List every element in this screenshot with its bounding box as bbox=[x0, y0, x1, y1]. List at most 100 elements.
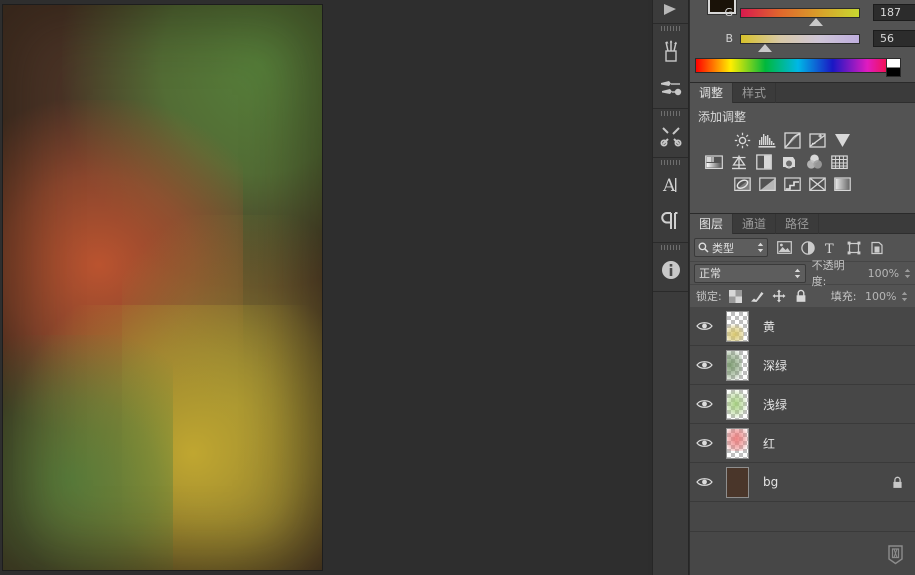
fill-stepper-icon[interactable] bbox=[901, 291, 908, 302]
adjustment-row-3 bbox=[730, 173, 915, 195]
black-white-adjustment[interactable] bbox=[752, 152, 776, 172]
exposure-adjustment[interactable] bbox=[805, 130, 829, 150]
canvas-artwork bbox=[3, 5, 322, 570]
eye-icon bbox=[696, 400, 713, 408]
character-icon[interactable]: A bbox=[653, 167, 688, 203]
curves-adjustment[interactable] bbox=[780, 130, 804, 150]
image-canvas[interactable] bbox=[2, 4, 323, 571]
dock-group-brushes bbox=[653, 24, 688, 109]
delete-layer-button[interactable] bbox=[883, 541, 907, 567]
brush-icon[interactable] bbox=[653, 69, 688, 105]
selective-color-adjustment[interactable] bbox=[830, 174, 854, 194]
channel-label-g: G bbox=[724, 6, 733, 19]
filter-shape-icon[interactable] bbox=[845, 239, 862, 256]
dock-grip[interactable] bbox=[653, 109, 688, 118]
right-panel-column: G 187 B 56 调整 样式 添加调整 图层 通道 路径 类型 T 正常 不… bbox=[690, 0, 915, 575]
层-浅绿[interactable]: 浅绿 bbox=[690, 385, 915, 424]
gradient-map-adjustment[interactable] bbox=[805, 174, 829, 194]
layer-visibility-toggle[interactable] bbox=[690, 476, 719, 488]
blend-mode-select[interactable]: 正常 bbox=[694, 263, 806, 283]
color-spectrum-ramp[interactable] bbox=[695, 58, 901, 77]
filter-smart-object-icon[interactable] bbox=[868, 239, 885, 256]
collapsed-panel-dock: A bbox=[652, 0, 689, 575]
paragraph-icon[interactable] bbox=[653, 203, 688, 239]
channel-track-b[interactable] bbox=[740, 33, 860, 52]
layer-thumbnail-cell bbox=[719, 349, 755, 381]
canvas-vignette bbox=[3, 5, 322, 570]
tab-adjustments[interactable]: 调整 bbox=[690, 83, 734, 104]
adjustment-button-grid bbox=[690, 129, 915, 195]
fill-value[interactable]: 100% bbox=[859, 288, 899, 305]
stepper-arrows-icon[interactable] bbox=[757, 242, 764, 253]
layer-locked-badge bbox=[892, 476, 903, 489]
channel-track-g[interactable] bbox=[740, 7, 860, 26]
invert-adjustment[interactable] bbox=[730, 174, 754, 194]
layer-visibility-toggle[interactable] bbox=[690, 437, 719, 449]
photo-filter-adjustment[interactable] bbox=[777, 152, 801, 172]
hue-saturation-adjustment[interactable] bbox=[702, 152, 726, 172]
stepper-arrows-icon[interactable] bbox=[794, 268, 801, 279]
threshold-adjustment[interactable] bbox=[780, 174, 804, 194]
tool-presets-icon[interactable] bbox=[653, 118, 688, 154]
photoshop-window: A G 187 B 56 调整 样式 添加调整 图层 通道 路径 类型 T 正常… bbox=[0, 0, 915, 575]
layer-thumbnail-cell bbox=[719, 388, 755, 420]
channel-mixer-adjustment[interactable] bbox=[802, 152, 826, 172]
lock-image-icon[interactable] bbox=[750, 289, 765, 304]
lock-all-icon[interactable] bbox=[794, 289, 809, 304]
dock-grip[interactable] bbox=[653, 158, 688, 167]
layer-visibility-toggle[interactable] bbox=[690, 359, 719, 371]
层-bg[interactable]: bg bbox=[690, 463, 915, 502]
channel-value-g[interactable]: 187 bbox=[873, 4, 915, 21]
layer-list: 黄 深绿 浅绿 红 bg bbox=[690, 307, 915, 502]
channel-value-b[interactable]: 56 bbox=[873, 30, 915, 47]
tab-styles[interactable]: 样式 bbox=[733, 83, 777, 104]
layer-thumbnail bbox=[725, 310, 749, 342]
lock-position-icon[interactable] bbox=[772, 289, 787, 304]
color-balance-adjustment[interactable] bbox=[727, 152, 751, 172]
layer-thumbnail bbox=[725, 349, 749, 381]
layer-thumbnail bbox=[725, 466, 749, 498]
layer-name: 黄 bbox=[763, 319, 776, 334]
filter-pixel-icon[interactable] bbox=[776, 239, 793, 256]
color-slider-b: B 56 bbox=[717, 30, 915, 52]
tab-layers[interactable]: 图层 bbox=[690, 214, 734, 235]
trash-icon bbox=[887, 545, 903, 565]
lock-transparency-icon[interactable] bbox=[728, 289, 743, 304]
svg-text:T: T bbox=[825, 242, 834, 255]
opacity-value[interactable]: 100% bbox=[862, 265, 902, 282]
layer-visibility-toggle[interactable] bbox=[690, 320, 719, 332]
dock-grip[interactable] bbox=[653, 24, 688, 33]
tab-channels[interactable]: 通道 bbox=[733, 214, 777, 235]
blend-mode-value: 正常 bbox=[699, 267, 721, 280]
layer-visibility-toggle[interactable] bbox=[690, 398, 719, 410]
brush-preset-icon[interactable] bbox=[653, 33, 688, 69]
tab-paths[interactable]: 路径 bbox=[776, 214, 820, 235]
brightness-contrast-adjustment[interactable] bbox=[730, 130, 754, 150]
channel-label-b: B bbox=[725, 32, 733, 45]
channel-thumb-b[interactable] bbox=[758, 43, 772, 52]
adjustment-row-2 bbox=[702, 151, 915, 173]
color-lookup-adjustment[interactable] bbox=[827, 152, 851, 172]
lock-icon bbox=[893, 476, 902, 488]
filter-type-icon[interactable]: T bbox=[822, 239, 839, 256]
info-icon[interactable] bbox=[653, 252, 688, 288]
层-深绿[interactable]: 深绿 bbox=[690, 346, 915, 385]
layer-name: 深绿 bbox=[763, 358, 788, 373]
opacity-stepper-icon[interactable] bbox=[904, 268, 911, 279]
mini-bridge-icon[interactable] bbox=[653, 0, 688, 20]
dock-group-type: A bbox=[653, 158, 688, 243]
posterize-adjustment[interactable] bbox=[755, 174, 779, 194]
channel-thumb-g[interactable] bbox=[809, 17, 823, 26]
filter-adjustment-icon[interactable] bbox=[799, 239, 816, 256]
layers-panel-footer bbox=[690, 531, 915, 575]
层-红[interactable]: 红 bbox=[690, 424, 915, 463]
dock-grip[interactable] bbox=[653, 243, 688, 252]
layer-name: 浅绿 bbox=[763, 397, 788, 412]
层-黄[interactable]: 黄 bbox=[690, 307, 915, 346]
levels-adjustment[interactable] bbox=[755, 130, 779, 150]
layer-filter-label: 类型 bbox=[712, 241, 734, 255]
vibrance-adjustment[interactable] bbox=[830, 130, 854, 150]
eye-icon bbox=[696, 478, 713, 486]
layer-filter-type-select[interactable]: 类型 bbox=[694, 238, 768, 257]
layers-tabstrip: 图层 通道 路径 bbox=[690, 213, 915, 235]
